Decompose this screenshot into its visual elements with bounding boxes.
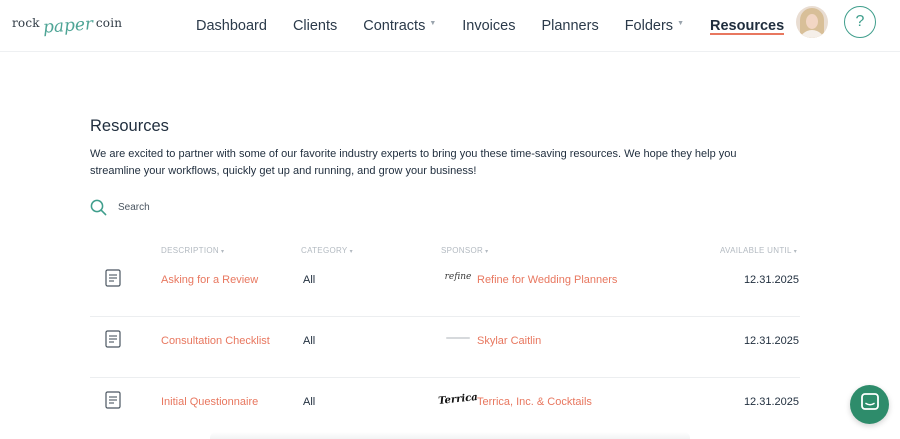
available-until-date: 12.31.2025 bbox=[743, 274, 799, 286]
search-icon[interactable] bbox=[90, 199, 107, 216]
page-intro: We are excited to partner with some of o… bbox=[90, 148, 737, 177]
sort-arrow-icon: ▾ bbox=[793, 249, 798, 255]
nav-item-label: Contracts bbox=[363, 18, 426, 34]
category-value: All bbox=[303, 274, 316, 286]
table-row[interactable]: Consultation Checklist All Skylar Caitli… bbox=[90, 317, 800, 378]
nav-item-label: Resources bbox=[710, 18, 785, 34]
user-avatar[interactable] bbox=[796, 6, 828, 38]
sponsor-link[interactable]: Skylar Caitlin bbox=[477, 335, 541, 347]
nav-item-resources[interactable]: Resources bbox=[710, 0, 785, 52]
table-row[interactable]: Asking for a Review All refine Refine fo… bbox=[90, 256, 800, 317]
logo-word-coin: coin bbox=[95, 16, 123, 30]
search-input[interactable] bbox=[118, 201, 318, 213]
sort-arrow-icon: ▾ bbox=[220, 249, 225, 255]
sponsor-link[interactable]: Terrica, Inc. & Cocktails bbox=[477, 396, 592, 408]
logo-word-rock: rock bbox=[12, 16, 40, 30]
available-until-date: 12.31.2025 bbox=[743, 335, 799, 347]
main-nav: Dashboard Clients Contracts ▼ Invoices P… bbox=[196, 0, 810, 52]
category-value: All bbox=[303, 396, 316, 408]
nav-item-label: Planners bbox=[541, 18, 599, 34]
table-row[interactable]: Initial Questionnaire All Terrica Terric… bbox=[90, 378, 800, 439]
search-bar bbox=[90, 197, 318, 217]
document-icon bbox=[105, 269, 121, 292]
help-icon: ? bbox=[855, 13, 865, 30]
logo-word-paper: paper bbox=[42, 14, 94, 38]
chat-launcher-button[interactable] bbox=[850, 385, 889, 424]
nav-item-contracts[interactable]: Contracts ▼ bbox=[363, 0, 436, 52]
category-value: All bbox=[303, 335, 316, 347]
nav-item-invoices[interactable]: Invoices bbox=[462, 0, 515, 52]
nav-item-planners[interactable]: Planners bbox=[541, 0, 598, 52]
sponsor-logo: refine bbox=[444, 272, 472, 282]
sort-arrow-icon: ▾ bbox=[349, 249, 353, 255]
document-icon bbox=[105, 330, 121, 353]
nav-item-clients[interactable]: Clients bbox=[293, 0, 337, 52]
document-icon bbox=[105, 391, 121, 414]
available-until-date: 12.31.2025 bbox=[743, 396, 799, 408]
chevron-down-icon: ▼ bbox=[677, 19, 684, 27]
column-header-description[interactable]: DESCRIPTION ▾ bbox=[161, 246, 224, 255]
sort-arrow-icon: ▾ bbox=[485, 249, 489, 255]
sponsor-logo: Terrica bbox=[437, 391, 479, 407]
nav-item-label: Invoices bbox=[462, 18, 516, 34]
nav-item-label: Folders bbox=[624, 18, 674, 34]
nav-item-label: Dashboard bbox=[196, 18, 267, 34]
top-navigation-bar: rock paper coin Dashboard Clients Contra… bbox=[0, 0, 900, 52]
chevron-down-icon: ▼ bbox=[429, 19, 437, 27]
nav-item-folders[interactable]: Folders ▼ bbox=[625, 0, 684, 52]
page-title: Resources bbox=[90, 117, 169, 135]
sponsor-link[interactable]: Refine for Wedding Planners bbox=[477, 274, 617, 286]
nav-item-dashboard[interactable]: Dashboard bbox=[196, 0, 267, 52]
column-header-sponsor[interactable]: SPONSOR ▾ bbox=[441, 246, 488, 255]
column-header-category[interactable]: CATEGORY ▾ bbox=[301, 246, 353, 255]
scroll-fade bbox=[210, 432, 690, 439]
column-header-available-until[interactable]: AVAILABLE UNTIL ▾ bbox=[720, 246, 797, 255]
resource-link[interactable]: Initial Questionnaire bbox=[161, 396, 258, 408]
rock-paper-coin-logo[interactable]: rock paper coin bbox=[12, 7, 122, 39]
sponsor-logo bbox=[445, 328, 471, 348]
help-button[interactable]: ? bbox=[844, 6, 876, 38]
chat-icon bbox=[860, 392, 880, 417]
resource-link[interactable]: Asking for a Review bbox=[161, 274, 258, 286]
nav-item-label: Clients bbox=[292, 18, 338, 34]
resource-link[interactable]: Consultation Checklist bbox=[161, 335, 270, 347]
